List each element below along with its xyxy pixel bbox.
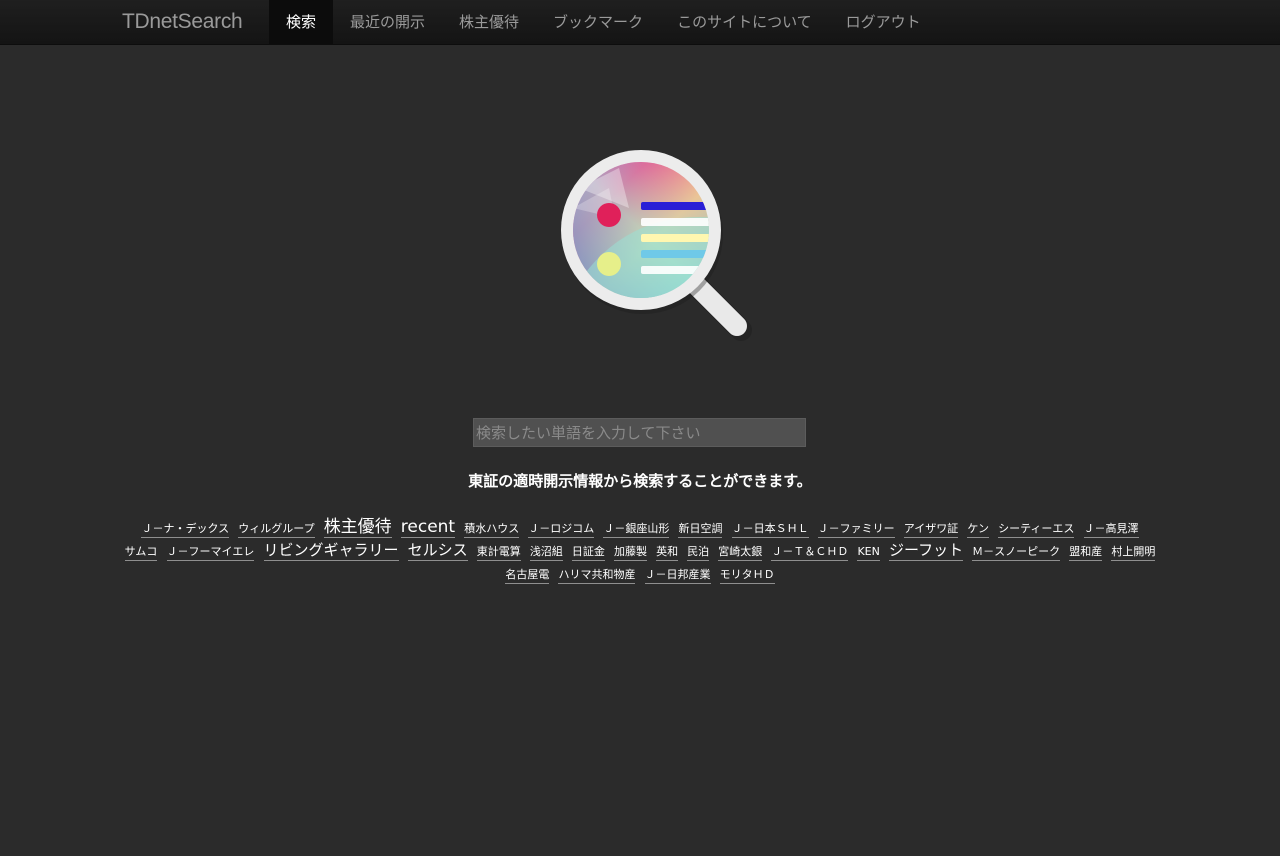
tag-link[interactable]: KEN — [857, 544, 880, 561]
tag-link[interactable]: モリタＨＤ — [719, 567, 775, 584]
magnifier-logo-icon — [561, 150, 752, 341]
nav-item-recent-disclosures[interactable]: 最近の開示 — [333, 0, 442, 44]
tag-link[interactable]: 浅沼組 — [529, 544, 563, 561]
nav-item-bookmarks[interactable]: ブックマーク — [536, 0, 660, 44]
tag-link[interactable]: 東計電算 — [476, 544, 521, 561]
tag-link[interactable]: 村上開明 — [1111, 544, 1156, 561]
tag-link[interactable]: ジーフット — [888, 541, 964, 561]
tag-link[interactable]: 民泊 — [687, 544, 710, 561]
tag-link[interactable]: Ｊ－ロジコム — [528, 521, 595, 538]
tag-link[interactable]: ケン — [967, 521, 989, 538]
tagline: 東証の適時開示情報から検索することができます。 — [468, 472, 812, 490]
tag-link[interactable]: Ｊ－ファミリー — [817, 521, 895, 538]
tag-link[interactable]: 宮崎太銀 — [718, 544, 763, 561]
search-input[interactable] — [473, 418, 806, 447]
main-nav: 検索 最近の開示 株主優待 ブックマーク このサイトについて ログアウト — [269, 0, 938, 44]
tag-link[interactable]: Ｊ－高見澤 — [1083, 521, 1139, 538]
tag-link[interactable]: 加藤製 — [614, 544, 647, 561]
tag-link[interactable]: 英和 — [656, 544, 679, 561]
tag-link[interactable]: リビングギャラリー — [263, 541, 399, 561]
tag-link[interactable]: Ｊ－フーマイエレ — [166, 544, 255, 561]
tag-link[interactable]: ウィルグループ — [238, 521, 315, 538]
nav-item-shareholder-benefits[interactable]: 株主優待 — [442, 0, 536, 44]
tag-link[interactable]: recent — [400, 517, 456, 538]
tag-link[interactable]: 名古屋電 — [505, 567, 550, 584]
brand-logo-text[interactable]: TDnetSearch — [122, 10, 243, 34]
tag-link[interactable]: 日証金 — [571, 544, 605, 561]
nav-item-search[interactable]: 検索 — [269, 0, 334, 44]
tag-link[interactable]: 株主優待 — [323, 517, 392, 538]
tag-link[interactable]: 盟和産 — [1069, 544, 1103, 561]
tag-link[interactable]: Ｍ－スノーピーク — [972, 544, 1061, 561]
nav-item-about[interactable]: このサイトについて — [660, 0, 829, 44]
tag-cloud: Ｊ－ナ・デックス ウィルグループ 株主優待 recent 積水ハウス Ｊ－ロジコ… — [120, 515, 1160, 584]
tag-link[interactable]: アイザワ証 — [903, 521, 959, 538]
tag-link[interactable]: ハリマ共和物産 — [558, 567, 636, 584]
nav-item-logout[interactable]: ログアウト — [829, 0, 938, 44]
tag-link[interactable]: サムコ — [124, 544, 158, 561]
top-navbar: TDnetSearch 検索 最近の開示 株主優待 ブックマーク このサイトにつ… — [0, 0, 1280, 45]
tag-link[interactable]: Ｊ－ナ・デックス — [141, 521, 230, 538]
tag-link[interactable]: Ｊ－銀座山形 — [603, 521, 670, 538]
tag-link[interactable]: 積水ハウス — [464, 521, 520, 538]
tag-link[interactable]: Ｊ－日邦産業 — [644, 567, 711, 584]
tag-link[interactable]: セルシス — [407, 541, 468, 561]
tag-link[interactable]: Ｊ－Ｔ＆ＣＨＤ — [771, 544, 849, 561]
tag-link[interactable]: 新日空調 — [678, 521, 723, 538]
tag-link[interactable]: シーティーエス — [998, 521, 1075, 538]
tag-link[interactable]: Ｊ－日本ＳＨＬ — [731, 521, 809, 538]
